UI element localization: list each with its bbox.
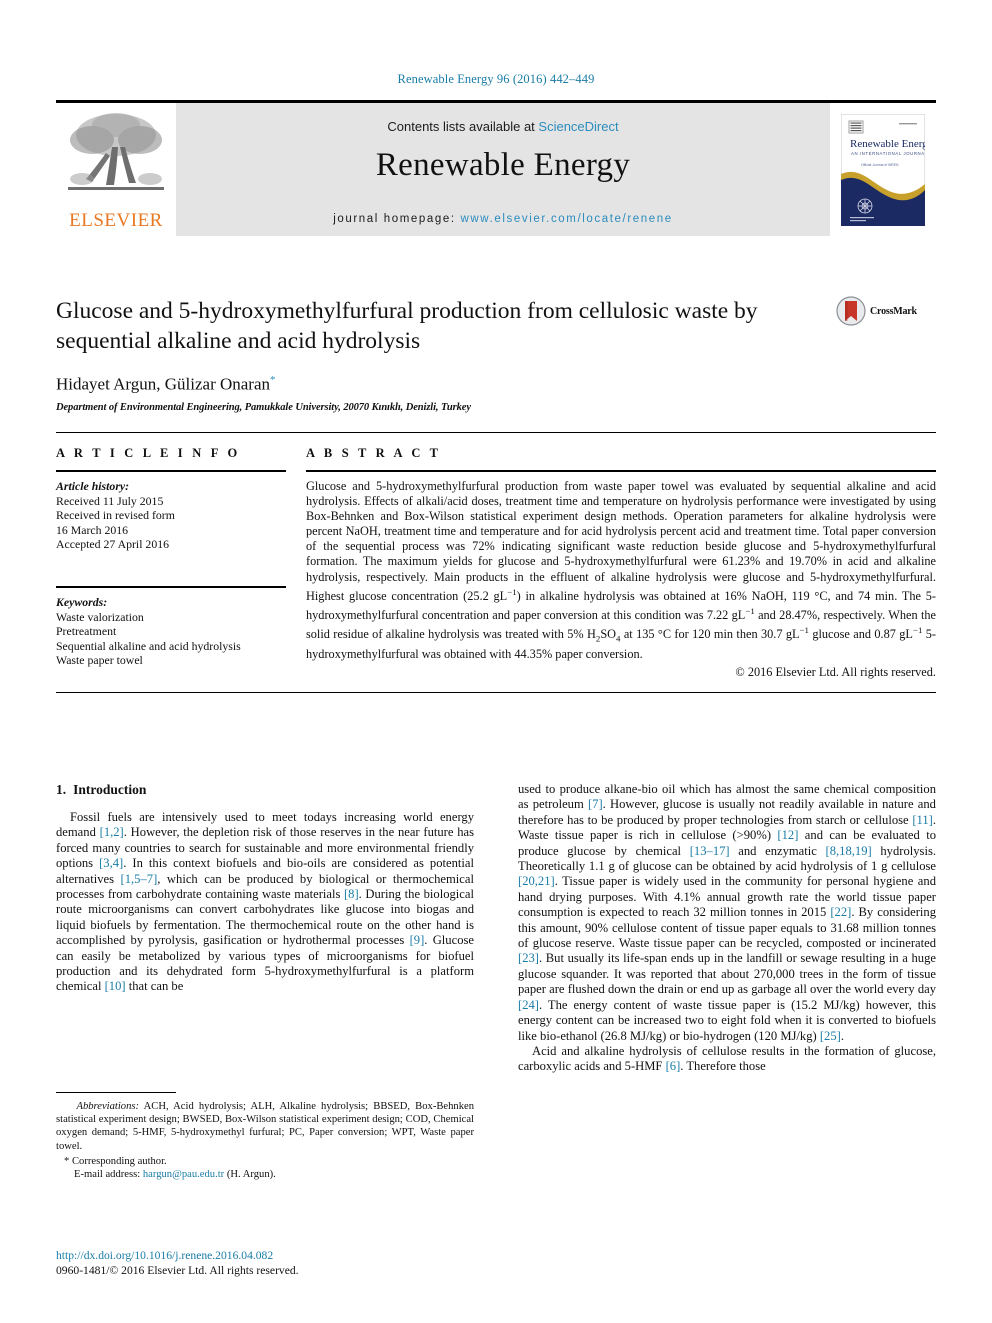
svg-text:Official Journal of WREN: Official Journal of WREN [861, 163, 899, 167]
affiliation: Department of Environmental Engineering,… [56, 401, 471, 413]
abstract-copyright: © 2016 Elsevier Ltd. All rights reserved… [735, 664, 936, 679]
intro-paragraph-left: Fossil fuels are intensively used to mee… [56, 810, 474, 994]
elsevier-wordmark: ELSEVIER [69, 210, 163, 231]
crossmark-badge[interactable]: CrossMark [836, 296, 936, 326]
abbreviations-note: Abbreviations: ACH, Acid hydrolysis; ALH… [56, 1100, 474, 1153]
crossmark-label: CrossMark [870, 305, 917, 317]
issn-copyright-line: 0960-1481/© 2016 Elsevier Ltd. All right… [56, 1263, 299, 1277]
homepage-line: journal homepage: www.elsevier.com/locat… [176, 213, 830, 225]
footnote-rule [56, 1092, 176, 1093]
email-label: E-mail address: [74, 1169, 141, 1181]
article-info-heading: A R T I C L E I N F O [56, 446, 241, 460]
running-head: Renewable Energy 96 (2016) 442–449 [397, 72, 595, 86]
elsevier-logo: ELSEVIER [56, 103, 176, 236]
corresponding-author-marker: * [270, 374, 276, 386]
journal-cover-image: Renewable Energy AN INTERNATIONAL JOURNA… [841, 113, 925, 226]
keyword-item: Pretreatment [56, 624, 117, 639]
abbreviations-label: Abbreviations: [76, 1101, 140, 1112]
history-line-revised-date: 16 March 2016 [56, 522, 129, 537]
elsevier-tree-icon [68, 113, 164, 190]
keywords-rule [56, 585, 286, 588]
footnote-block: Abbreviations: ACH, Acid hydrolysis; ALH… [56, 1092, 474, 1182]
svg-text:Renewable Energy: Renewable Energy [850, 138, 925, 150]
author-names: Hidayet Argun, Gülizar Onaran [56, 374, 271, 394]
history-line-revised: Received in revised form [56, 508, 175, 523]
intro-paragraph-right-2: Acid and alkaline hydrolysis of cellulos… [518, 1043, 936, 1074]
crossmark-icon [836, 296, 866, 326]
abstract-rule [306, 470, 936, 472]
contents-prefix: Contents lists available at [387, 119, 539, 134]
doi-footer: http://dx.doi.org/10.1016/j.renene.2016.… [56, 1249, 536, 1278]
history-line-received: Received 11 July 2015 [56, 493, 164, 508]
page-title: Glucose and 5-hydroxymethylfurfural prod… [56, 298, 758, 354]
author-list: Hidayet Argun, Gülizar Onaran* [56, 374, 936, 395]
email-suffix: (H. Argun). [226, 1169, 276, 1181]
article-first-page: Renewable Energy 96 (2016) 442–449 ELSEV… [0, 0, 992, 1323]
section-title-text: Introduction [73, 782, 147, 797]
article-history-label: Article history: [56, 479, 130, 493]
keyword-item: Sequential alkaline and acid hydrolysis [56, 638, 241, 653]
journal-cover-thumbnail: Renewable Energy AN INTERNATIONAL JOURNA… [830, 103, 936, 236]
abstract-column: A B S T R A C T Glucose and 5-hydroxymet… [306, 446, 936, 680]
section-number: 1. [56, 782, 67, 797]
corresponding-marker: * [64, 1155, 70, 1167]
body-columns: 1. Introduction Fossil fuels are intensiv… [56, 782, 936, 1075]
keyword-item: Waste valorization [56, 609, 144, 624]
body-column-left: 1. Introduction Fossil fuels are intensiv… [56, 782, 474, 1075]
journal-banner: ELSEVIER Contents lists available at Sci… [56, 100, 936, 236]
keywords-group: Keywords: Waste valorization Pretreatmen… [56, 595, 286, 668]
title-block: Glucose and 5-hydroxymethylfurfural prod… [56, 296, 936, 413]
email-note: E-mail address: hargun@pau.edu.tr (H. Ar… [56, 1168, 474, 1181]
article-history-group: Article history: Received 11 July 2015 R… [56, 479, 286, 552]
keyword-item: Waste paper towel [56, 653, 143, 668]
sciencedirect-link[interactable]: ScienceDirect [538, 119, 618, 134]
journal-title: Renewable Energy [375, 147, 631, 183]
email-link[interactable]: hargun@pau.edu.tr [143, 1169, 224, 1180]
introduction-heading: 1. Introduction [56, 782, 474, 798]
article-info-rule [56, 470, 286, 472]
contents-line: Contents lists available at ScienceDirec… [176, 119, 830, 134]
intro-paragraph-right-1: used to produce alkane-bio oil which has… [518, 782, 936, 1043]
section-bottom-rule [56, 691, 936, 693]
corresponding-text: Corresponding author. [71, 1155, 167, 1167]
homepage-prefix: journal homepage: [333, 213, 461, 225]
abstract-heading: A B S T R A C T [306, 446, 442, 460]
banner-center: Contents lists available at ScienceDirec… [176, 103, 830, 236]
abstract-text: Glucose and 5-hydroxymethylfurfural prod… [306, 479, 936, 661]
history-line-accepted: Accepted 27 April 2016 [56, 537, 170, 552]
svg-text:AN INTERNATIONAL JOURNAL: AN INTERNATIONAL JOURNAL [851, 151, 925, 156]
keywords-label: Keywords: [56, 594, 108, 609]
body-column-right: used to produce alkane-bio oil which has… [518, 782, 936, 1075]
homepage-url-link[interactable]: www.elsevier.com/locate/renene [460, 213, 672, 225]
corresponding-author-note: * Corresponding author. [56, 1155, 474, 1168]
info-abstract-section: A R T I C L E I N F O Article history: R… [56, 432, 936, 693]
section-top-rule [56, 432, 936, 433]
doi-link[interactable]: http://dx.doi.org/10.1016/j.renene.2016.… [56, 1249, 536, 1264]
article-info-column: A R T I C L E I N F O Article history: R… [56, 446, 286, 680]
